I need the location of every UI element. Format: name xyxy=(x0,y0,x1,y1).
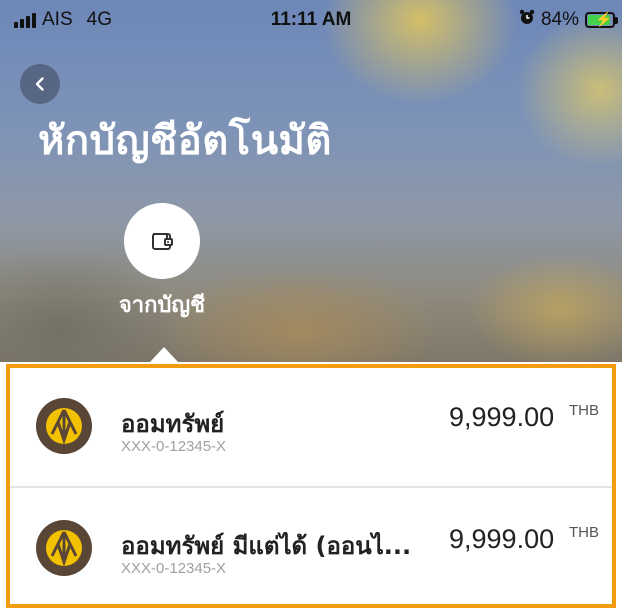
page-title: หักบัญชีอัตโนมัติ xyxy=(38,118,332,164)
source-account-selector[interactable]: จากบัญชี xyxy=(100,203,224,322)
status-right: 84% ⚡ xyxy=(519,9,618,31)
battery-icon: ⚡ xyxy=(585,11,615,28)
chevron-left-icon xyxy=(35,77,44,91)
account-balance: 9,999.00 xyxy=(449,524,555,554)
selection-pointer xyxy=(150,347,178,362)
wallet-icon xyxy=(152,233,173,250)
account-row[interactable]: ออมทรัพย์ XXX-0-12345-X 9,999.00 THB xyxy=(10,368,612,488)
account-list: ออมทรัพย์ XXX-0-12345-X 9,999.00 THB ออม… xyxy=(6,364,616,608)
header: AIS 4G 11:11 AM 84% ⚡ หักบัญชีอัตโนมัติ … xyxy=(0,0,622,362)
row-divider xyxy=(10,486,612,488)
account-number: XXX-0-12345-X xyxy=(121,438,227,455)
account-currency: THB xyxy=(569,402,599,419)
back-button[interactable] xyxy=(20,64,60,104)
bank-logo-icon xyxy=(36,398,92,454)
account-currency: THB xyxy=(569,524,599,541)
alarm-icon xyxy=(519,9,535,31)
account-number: XXX-0-12345-X xyxy=(121,560,227,577)
source-icon-circle[interactable] xyxy=(124,203,200,279)
bank-logo-icon xyxy=(36,520,92,576)
account-row[interactable]: ออมทรัพย์ มีแต่ได้ (ออนไ... XXX-0-12345-… xyxy=(10,490,612,608)
account-balance: 9,999.00 xyxy=(449,402,555,432)
battery-percent: 84% xyxy=(540,9,579,30)
source-label: จากบัญชี xyxy=(118,293,206,318)
status-bar: AIS 4G 11:11 AM 84% ⚡ xyxy=(0,0,622,40)
